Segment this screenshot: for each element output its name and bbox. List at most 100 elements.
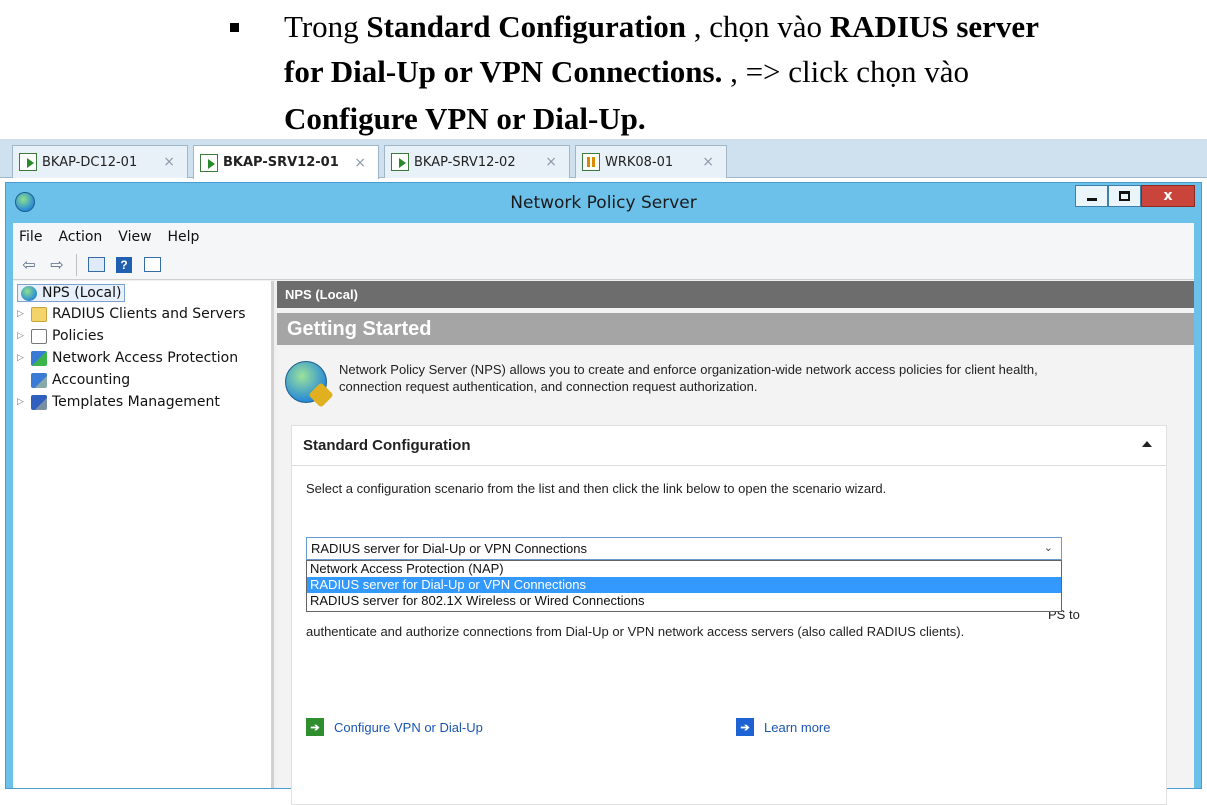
standard-configuration-title: Standard Configuration	[303, 437, 471, 454]
vm-running-icon	[200, 153, 218, 172]
close-icon[interactable]: ×	[545, 154, 557, 170]
chevron-down-icon[interactable]: ⌄	[1044, 541, 1053, 554]
vm-tab[interactable]: BKAP-DC12-01 ×	[12, 145, 188, 178]
intro-text: Network Policy Server (NPS) allows you t…	[339, 361, 1179, 403]
vm-tab[interactable]: WRK08-01 ×	[575, 145, 727, 178]
minimize-button[interactable]	[1075, 185, 1108, 207]
tree-root[interactable]: NPS (Local)	[17, 283, 126, 303]
globe-icon	[21, 285, 37, 301]
vm-tab-active[interactable]: BKAP-SRV12-01 ×	[193, 145, 379, 179]
arrow-right-icon: ➔	[306, 718, 324, 736]
folder-icon	[31, 306, 47, 322]
vm-tab-label: BKAP-SRV12-02	[414, 154, 516, 170]
console-tree-box	[87, 257, 105, 272]
standard-configuration-header[interactable]: Standard Configuration	[292, 426, 1166, 466]
vm-running-icon	[391, 153, 409, 171]
details-header: NPS (Local)	[277, 281, 1194, 308]
vm-running-icon	[19, 153, 37, 171]
arrow-right-icon: ➔	[736, 718, 754, 736]
console-tree: NPS (Local) ▷ RADIUS Clients and Servers…	[13, 281, 274, 788]
tree-item-nap[interactable]: ▷ Network Access Protection	[17, 348, 238, 368]
help-glyph: ?	[116, 256, 132, 273]
maximize-icon	[1119, 191, 1130, 201]
toolbar: ⇦ ⇨ ?	[13, 250, 1194, 280]
vm-tab-label: WRK08-01	[605, 154, 674, 170]
close-icon[interactable]: ×	[702, 154, 714, 170]
tree-item-radius-clients[interactable]: ▷ RADIUS Clients and Servers	[17, 304, 246, 324]
configure-vpn-link[interactable]: ➔ Configure VPN or Dial-Up	[306, 718, 483, 736]
tree-root-node[interactable]: NPS (Local)	[17, 284, 126, 302]
vm-paused-icon	[582, 153, 600, 171]
vm-tab-label: BKAP-SRV12-01	[223, 155, 339, 170]
instruction-text-run: Trong	[284, 9, 367, 44]
menu-help[interactable]: Help	[168, 229, 200, 245]
tree-item-label: Policies	[52, 328, 104, 344]
show-hide-action-pane-icon[interactable]	[141, 255, 163, 275]
close-icon[interactable]: ×	[354, 155, 366, 171]
toolbar-separator	[76, 253, 77, 276]
details-pane: NPS (Local) Getting Started Network Poli…	[277, 281, 1194, 805]
menu-action[interactable]: Action	[58, 229, 102, 245]
vm-tab[interactable]: BKAP-SRV12-02 ×	[384, 145, 570, 178]
close-button[interactable]: x	[1141, 185, 1195, 207]
expand-arrow-icon[interactable]: ▷	[17, 331, 31, 341]
tree-item-templates[interactable]: ▷ Templates Management	[17, 392, 220, 412]
learn-more-link[interactable]: ➔ Learn more	[736, 718, 830, 736]
intro-line: connection request authentication, and c…	[339, 379, 758, 394]
scenario-select-value: RADIUS server for Dial-Up or VPN Connect…	[311, 541, 587, 556]
tree-item-accounting[interactable]: Accounting	[31, 370, 130, 390]
tree-item-label: Templates Management	[52, 394, 220, 410]
window-title: Network Policy Server	[510, 193, 697, 213]
nps-globe-key-icon	[285, 361, 327, 403]
maximize-button[interactable]	[1108, 185, 1141, 207]
instruction-text-run: , chọn vào	[685, 9, 830, 44]
instruction-line-3: Configure VPN or Dial-Up.	[284, 98, 646, 139]
instruction-bold-run: Configure VPN or Dial-Up.	[284, 101, 646, 136]
instruction-bold-run: for Dial-Up or VPN Connections.	[284, 54, 723, 89]
scenario-select[interactable]: RADIUS server for Dial-Up or VPN Connect…	[306, 537, 1062, 560]
standard-configuration-panel: Standard Configuration Select a configur…	[291, 425, 1167, 805]
close-icon[interactable]: ×	[163, 154, 175, 170]
instruction-line-2: for Dial-Up or VPN Connections. , => cli…	[284, 51, 969, 92]
accounting-icon	[31, 372, 47, 388]
expand-arrow-icon[interactable]: ▷	[17, 397, 31, 407]
tree-item-label: Network Access Protection	[52, 350, 239, 366]
templates-icon	[31, 394, 47, 410]
scenario-explanation-line: authenticate and authorize connections f…	[306, 624, 965, 639]
menu-bar: File Action View Help	[13, 223, 1194, 250]
getting-started-heading: Getting Started	[277, 313, 1194, 345]
show-hide-console-tree-icon[interactable]	[85, 255, 107, 275]
instruction-line-1: Trong Standard Configuration , chọn vào …	[284, 6, 1039, 47]
scenario-option[interactable]: RADIUS server for 802.1X Wireless or Wir…	[307, 593, 1061, 609]
menu-file[interactable]: File	[19, 229, 42, 245]
tree-item-policies[interactable]: ▷ Policies	[17, 326, 104, 346]
collapse-arrow-icon[interactable]	[1142, 441, 1152, 447]
tree-item-label: Accounting	[52, 372, 131, 388]
nap-icon	[31, 350, 47, 366]
minimize-icon	[1086, 197, 1097, 201]
bullet-icon	[230, 23, 239, 32]
intro-section: Network Policy Server (NPS) allows you t…	[285, 361, 1179, 403]
instruction-bold-run: RADIUS server	[829, 9, 1039, 44]
scenario-option-selected[interactable]: RADIUS server for Dial-Up or VPN Connect…	[307, 577, 1061, 593]
back-arrow-icon[interactable]: ⇦	[18, 255, 40, 275]
learn-more-link-label: Learn more	[764, 719, 831, 735]
tree-item-label: RADIUS Clients and Servers	[52, 306, 246, 322]
action-pane-box	[143, 257, 161, 272]
forward-arrow-icon[interactable]: ⇨	[46, 255, 68, 275]
window-client: File Action View Help ⇦ ⇨ ? NPS (Local) …	[13, 223, 1194, 805]
help-icon[interactable]: ?	[113, 255, 135, 275]
instruction-bold-run: Standard Configuration	[366, 9, 686, 44]
title-bar[interactable]: Network Policy Server x	[6, 183, 1201, 223]
vm-tab-bar: BKAP-DC12-01 × BKAP-SRV12-01 × BKAP-SRV1…	[0, 139, 1207, 179]
instruction-text-run: , => click chọn vào	[722, 54, 970, 89]
scenario-description: Select a configuration scenario from the…	[306, 481, 887, 496]
vm-tab-label: BKAP-DC12-01	[42, 154, 138, 170]
menu-view[interactable]: View	[118, 229, 151, 245]
expand-arrow-icon[interactable]: ▷	[17, 353, 31, 363]
scenario-option[interactable]: Network Access Protection (NAP)	[307, 561, 1061, 577]
nps-window: Network Policy Server x File Action View…	[5, 182, 1202, 805]
window-controls: x	[1075, 185, 1195, 207]
expand-arrow-icon[interactable]: ▷	[17, 309, 31, 319]
configure-vpn-link-label: Configure VPN or Dial-Up	[334, 719, 483, 735]
